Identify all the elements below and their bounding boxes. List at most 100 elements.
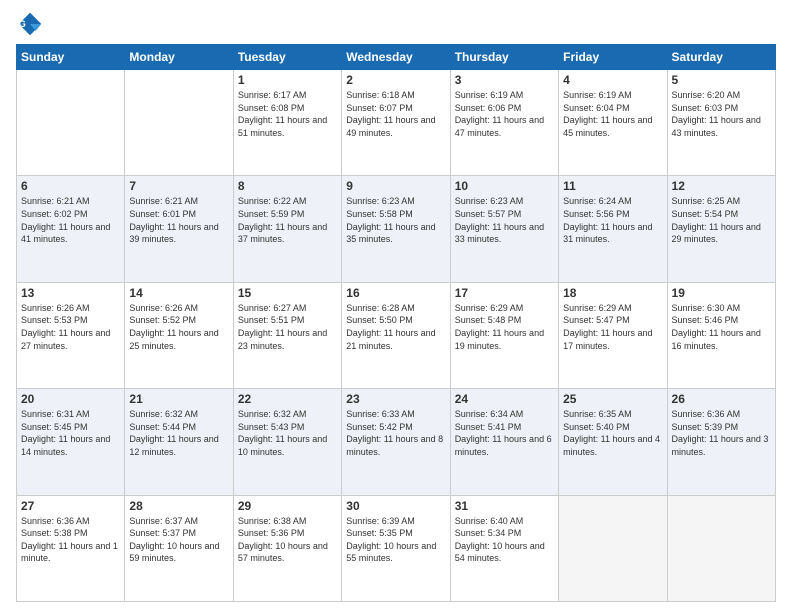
day-info: Sunrise: 6:27 AMSunset: 5:51 PMDaylight:…: [238, 302, 337, 352]
calendar-cell: 9 Sunrise: 6:23 AMSunset: 5:58 PMDaylight…: [342, 176, 450, 282]
col-header-saturday: Saturday: [667, 45, 775, 70]
calendar-cell: 10 Sunrise: 6:23 AMSunset: 5:57 PMDayligh…: [450, 176, 558, 282]
day-number: 25: [563, 392, 662, 406]
day-info: Sunrise: 6:32 AMSunset: 5:43 PMDaylight:…: [238, 408, 337, 458]
calendar-cell: 30 Sunrise: 6:39 AMSunset: 5:35 PMDayligh…: [342, 495, 450, 601]
day-number: 14: [129, 286, 228, 300]
col-header-tuesday: Tuesday: [233, 45, 341, 70]
day-number: 1: [238, 73, 337, 87]
day-number: 27: [21, 499, 120, 513]
day-info: Sunrise: 6:22 AMSunset: 5:59 PMDaylight:…: [238, 195, 337, 245]
calendar-cell: [559, 495, 667, 601]
day-number: 23: [346, 392, 445, 406]
day-number: 21: [129, 392, 228, 406]
calendar-cell: [17, 70, 125, 176]
day-number: 31: [455, 499, 554, 513]
day-number: 8: [238, 179, 337, 193]
logo: G: [16, 10, 48, 38]
calendar-cell: 3 Sunrise: 6:19 AMSunset: 6:06 PMDaylight…: [450, 70, 558, 176]
calendar-cell: 20 Sunrise: 6:31 AMSunset: 5:45 PMDayligh…: [17, 389, 125, 495]
calendar-cell: 29Sunrise: 6:38 AMSunset: 5:36 PMDayligh…: [233, 495, 341, 601]
calendar-cell: 4 Sunrise: 6:19 AMSunset: 6:04 PMDaylight…: [559, 70, 667, 176]
day-info: Sunrise: 6:18 AMSunset: 6:07 PMDaylight:…: [346, 89, 445, 139]
calendar-cell: 14 Sunrise: 6:26 AMSunset: 5:52 PMDayligh…: [125, 282, 233, 388]
day-number: 9: [346, 179, 445, 193]
day-info: Sunrise: 6:30 AMSunset: 5:46 PMDaylight:…: [672, 302, 771, 352]
day-number: 7: [129, 179, 228, 193]
calendar-cell: 31 Sunrise: 6:40 AMSunset: 5:34 PMDayligh…: [450, 495, 558, 601]
day-info: Sunrise: 6:25 AMSunset: 5:54 PMDaylight:…: [672, 195, 771, 245]
calendar-week-2: 6 Sunrise: 6:21 AMSunset: 6:02 PMDaylight…: [17, 176, 776, 282]
day-number: 29: [238, 499, 337, 513]
logo-icon: G: [16, 10, 44, 38]
day-number: 10: [455, 179, 554, 193]
col-header-wednesday: Wednesday: [342, 45, 450, 70]
header: G: [16, 10, 776, 38]
day-info: Sunrise: 6:23 AMSunset: 5:57 PMDaylight:…: [455, 195, 554, 245]
day-info: Sunrise: 6:32 AMSunset: 5:44 PMDaylight:…: [129, 408, 228, 458]
day-number: 2: [346, 73, 445, 87]
day-info: Sunrise: 6:36 AMSunset: 5:38 PMDaylight:…: [21, 515, 120, 565]
day-info: Sunrise: 6:26 AMSunset: 5:53 PMDaylight:…: [21, 302, 120, 352]
calendar-cell: 5 Sunrise: 6:20 AMSunset: 6:03 PMDaylight…: [667, 70, 775, 176]
day-number: 28: [129, 499, 228, 513]
day-number: 22: [238, 392, 337, 406]
day-info: Sunrise: 6:31 AMSunset: 5:45 PMDaylight:…: [21, 408, 120, 458]
calendar-cell: 21 Sunrise: 6:32 AMSunset: 5:44 PMDayligh…: [125, 389, 233, 495]
day-info: Sunrise: 6:26 AMSunset: 5:52 PMDaylight:…: [129, 302, 228, 352]
col-header-sunday: Sunday: [17, 45, 125, 70]
day-info: Sunrise: 6:20 AMSunset: 6:03 PMDaylight:…: [672, 89, 771, 139]
calendar-cell: 1 Sunrise: 6:17 AMSunset: 6:08 PMDaylight…: [233, 70, 341, 176]
day-info: Sunrise: 6:33 AMSunset: 5:42 PMDaylight:…: [346, 408, 445, 458]
day-info: Sunrise: 6:19 AMSunset: 6:04 PMDaylight:…: [563, 89, 662, 139]
calendar-cell: 18Sunrise: 6:29 AMSunset: 5:47 PMDayligh…: [559, 282, 667, 388]
col-header-friday: Friday: [559, 45, 667, 70]
calendar-cell: 13Sunrise: 6:26 AMSunset: 5:53 PMDayligh…: [17, 282, 125, 388]
day-number: 5: [672, 73, 771, 87]
calendar-cell: 26 Sunrise: 6:36 AMSunset: 5:39 PMDayligh…: [667, 389, 775, 495]
svg-text:G: G: [19, 19, 26, 29]
day-info: Sunrise: 6:21 AMSunset: 6:02 PMDaylight:…: [21, 195, 120, 245]
calendar-cell: 16Sunrise: 6:28 AMSunset: 5:50 PMDayligh…: [342, 282, 450, 388]
day-info: Sunrise: 6:40 AMSunset: 5:34 PMDaylight:…: [455, 515, 554, 565]
day-info: Sunrise: 6:34 AMSunset: 5:41 PMDaylight:…: [455, 408, 554, 458]
calendar-table: SundayMondayTuesdayWednesdayThursdayFrid…: [16, 44, 776, 602]
day-info: Sunrise: 6:17 AMSunset: 6:08 PMDaylight:…: [238, 89, 337, 139]
calendar-cell: 17 Sunrise: 6:29 AMSunset: 5:48 PMDayligh…: [450, 282, 558, 388]
day-info: Sunrise: 6:19 AMSunset: 6:06 PMDaylight:…: [455, 89, 554, 139]
day-number: 6: [21, 179, 120, 193]
day-number: 3: [455, 73, 554, 87]
col-header-monday: Monday: [125, 45, 233, 70]
day-number: 20: [21, 392, 120, 406]
day-number: 12: [672, 179, 771, 193]
calendar-cell: 28 Sunrise: 6:37 AMSunset: 5:37 PMDayligh…: [125, 495, 233, 601]
calendar-cell: 7Sunrise: 6:21 AMSunset: 6:01 PMDaylight…: [125, 176, 233, 282]
calendar-week-5: 27 Sunrise: 6:36 AMSunset: 5:38 PMDayligh…: [17, 495, 776, 601]
page: G SundayMondayTuesdayWednesdayThursdayFr…: [0, 0, 792, 612]
calendar-week-3: 13Sunrise: 6:26 AMSunset: 5:53 PMDayligh…: [17, 282, 776, 388]
calendar-cell: 6 Sunrise: 6:21 AMSunset: 6:02 PMDaylight…: [17, 176, 125, 282]
day-number: 30: [346, 499, 445, 513]
day-info: Sunrise: 6:28 AMSunset: 5:50 PMDaylight:…: [346, 302, 445, 352]
day-info: Sunrise: 6:29 AMSunset: 5:47 PMDaylight:…: [563, 302, 662, 352]
day-number: 19: [672, 286, 771, 300]
calendar-cell: 27 Sunrise: 6:36 AMSunset: 5:38 PMDayligh…: [17, 495, 125, 601]
day-number: 4: [563, 73, 662, 87]
calendar-cell: 23 Sunrise: 6:33 AMSunset: 5:42 PMDayligh…: [342, 389, 450, 495]
day-info: Sunrise: 6:36 AMSunset: 5:39 PMDaylight:…: [672, 408, 771, 458]
calendar-cell: 8 Sunrise: 6:22 AMSunset: 5:59 PMDaylight…: [233, 176, 341, 282]
calendar-cell: 22 Sunrise: 6:32 AMSunset: 5:43 PMDayligh…: [233, 389, 341, 495]
day-info: Sunrise: 6:37 AMSunset: 5:37 PMDaylight:…: [129, 515, 228, 565]
calendar-cell: [125, 70, 233, 176]
day-info: Sunrise: 6:39 AMSunset: 5:35 PMDaylight:…: [346, 515, 445, 565]
day-info: Sunrise: 6:24 AMSunset: 5:56 PMDaylight:…: [563, 195, 662, 245]
calendar-cell: 12 Sunrise: 6:25 AMSunset: 5:54 PMDayligh…: [667, 176, 775, 282]
calendar-cell: 25 Sunrise: 6:35 AMSunset: 5:40 PMDayligh…: [559, 389, 667, 495]
day-number: 26: [672, 392, 771, 406]
calendar-cell: 19 Sunrise: 6:30 AMSunset: 5:46 PMDayligh…: [667, 282, 775, 388]
day-info: Sunrise: 6:23 AMSunset: 5:58 PMDaylight:…: [346, 195, 445, 245]
day-number: 17: [455, 286, 554, 300]
day-info: Sunrise: 6:29 AMSunset: 5:48 PMDaylight:…: [455, 302, 554, 352]
day-info: Sunrise: 6:35 AMSunset: 5:40 PMDaylight:…: [563, 408, 662, 458]
calendar-week-4: 20 Sunrise: 6:31 AMSunset: 5:45 PMDayligh…: [17, 389, 776, 495]
